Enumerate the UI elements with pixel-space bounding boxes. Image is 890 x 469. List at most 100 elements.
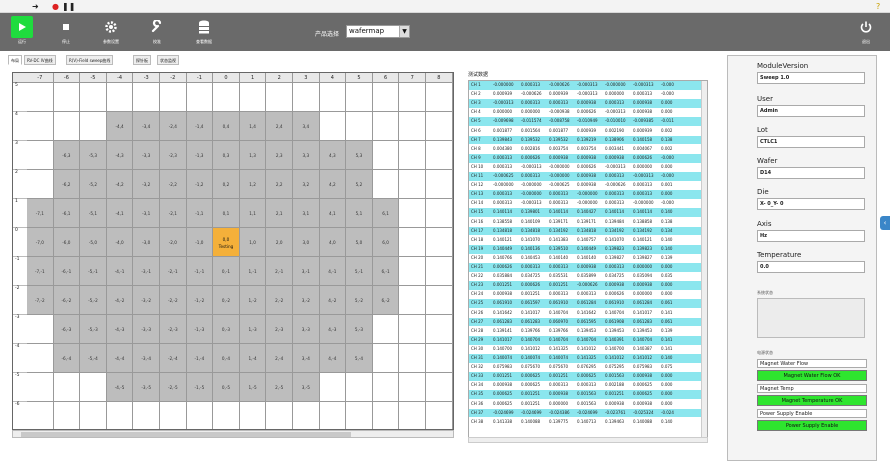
table-row[interactable]: CH 31 0.140074 0.140074 0.140074 0.141325 0.1… bbox=[469, 354, 701, 363]
wafer-die[interactable]: -3,0 bbox=[133, 228, 160, 257]
table-row[interactable]: CH 37 -0.024699 -0.024699 -0.024386 -0.02469… bbox=[469, 408, 701, 418]
table-row[interactable]: CH 14 0.000313 -0.000313 0.000313 -0.000000 0… bbox=[469, 199, 701, 208]
wafer-die[interactable]: -1,0 bbox=[186, 228, 214, 257]
wafer-die[interactable]: -3,1 bbox=[133, 199, 160, 228]
stop-button[interactable]: 停止 bbox=[52, 16, 80, 45]
table-row[interactable]: CH 20 0.140766 0.140453 0.140140 0.140140 0.1… bbox=[469, 254, 701, 263]
wafer-die[interactable]: 6,0 bbox=[372, 228, 400, 257]
wafer-die[interactable]: -2,-1 bbox=[160, 257, 187, 286]
user-field[interactable]: Admin bbox=[757, 105, 865, 117]
wafer-die[interactable]: 1,0 bbox=[239, 228, 267, 257]
table-row[interactable]: CH 29 0.141017 0.140704 0.140704 0.140704 0.1… bbox=[469, 335, 701, 345]
wafer-die[interactable]: -2,-2 bbox=[160, 286, 187, 315]
wafer-die[interactable]: -2,1 bbox=[160, 199, 187, 228]
wafer-die[interactable]: 1,-3 bbox=[239, 315, 267, 344]
arrow-right-icon[interactable]: ➜ bbox=[32, 2, 39, 11]
help-icon[interactable]: ? bbox=[876, 2, 880, 11]
wafer-die[interactable]: 5,1 bbox=[346, 199, 373, 228]
wafer-die[interactable]: 0,-4 bbox=[213, 344, 240, 373]
wafer-die[interactable]: -3,-3 bbox=[133, 315, 160, 344]
tab-layout[interactable]: 布局 bbox=[8, 55, 22, 65]
wafer-die[interactable]: -4,1 bbox=[106, 199, 134, 228]
wafer-die[interactable]: 0,-1 bbox=[213, 257, 240, 286]
table-row[interactable]: CH 34 0.000938 0.000625 0.000313 0.000313 0.0… bbox=[469, 381, 701, 390]
axis-field[interactable]: Hz bbox=[757, 230, 865, 242]
wafer-die[interactable]: 4,3 bbox=[319, 141, 347, 170]
wafer-die[interactable]: -4,-5 bbox=[106, 373, 134, 402]
table-row[interactable]: CH 28 0.139141 0.139766 0.139766 0.139453 0.1… bbox=[469, 327, 701, 336]
wafer-die[interactable]: -1,-4 bbox=[186, 344, 214, 373]
wafer-die[interactable]: -2,3 bbox=[160, 141, 187, 170]
table-row[interactable]: CH 27 0.061283 0.061283 0.060970 0.061595 0.0… bbox=[469, 317, 701, 327]
table-row[interactable]: CH 23 0.001251 0.000626 0.001251 -0.000626 0.… bbox=[469, 281, 701, 290]
wafer-die[interactable]: 0,-2 bbox=[213, 286, 240, 315]
wafer-die[interactable]: 2,-1 bbox=[266, 257, 293, 286]
wafer-die[interactable]: 6,-2 bbox=[372, 286, 400, 315]
temperature-field[interactable]: 0.0 bbox=[757, 261, 865, 273]
wafer-die[interactable]: -2,-4 bbox=[160, 344, 187, 373]
table-row[interactable]: CH 13 0.000313 -0.000000 0.000313 -0.000000 0… bbox=[469, 190, 701, 199]
wafer-die[interactable]: 6,1 bbox=[372, 199, 400, 228]
table-row[interactable]: CH 11 -0.000625 0.000313 -0.000000 0.000938 0… bbox=[469, 172, 701, 181]
wafer-die[interactable]: 4,-3 bbox=[319, 315, 347, 344]
table-row[interactable]: CH 26 0.141642 0.141017 0.140704 0.141642 0.1… bbox=[469, 309, 701, 318]
wafer-die[interactable]: -7,1 bbox=[27, 199, 54, 228]
wafer-die[interactable]: -6,3 bbox=[53, 141, 81, 170]
wafer-die[interactable]: 4,-1 bbox=[319, 257, 347, 286]
table-row[interactable]: CH 17 0.134818 0.134818 0.134192 0.134818 0.1… bbox=[469, 226, 701, 236]
wafer-die[interactable]: -2,-5 bbox=[160, 373, 187, 402]
wafer-die[interactable]: 5,2 bbox=[346, 170, 373, 199]
wafer-die[interactable]: 3,0 bbox=[293, 228, 320, 257]
wafer-die[interactable]: 5,-4 bbox=[346, 344, 373, 373]
chevron-left-icon[interactable]: ‹ bbox=[880, 216, 890, 230]
settings-button[interactable]: 参数设置 bbox=[97, 16, 125, 45]
wafer-die[interactable]: -1,4 bbox=[186, 112, 214, 141]
wafer-die[interactable]: 3,-3 bbox=[293, 315, 320, 344]
wafer-die[interactable]: 4,1 bbox=[319, 199, 347, 228]
wafer-die[interactable]: -1,-3 bbox=[186, 315, 214, 344]
wafer-die-testing[interactable]: 0,0 Testing bbox=[213, 228, 240, 257]
wafer-die[interactable]: -4,-4 bbox=[106, 344, 134, 373]
wafer-die[interactable]: -1,1 bbox=[186, 199, 214, 228]
die-field[interactable]: X- 0_Y- 0 bbox=[757, 198, 865, 210]
wafer-die[interactable]: 4,0 bbox=[319, 228, 347, 257]
wafer-die[interactable]: -6,2 bbox=[53, 170, 81, 199]
wafer-die[interactable]: 0,1 bbox=[213, 199, 240, 228]
tab-probe-card[interactable]: 探针板 bbox=[133, 55, 151, 65]
wafer-die[interactable]: -1,-5 bbox=[186, 373, 214, 402]
data-horizontal-scrollbar[interactable] bbox=[468, 437, 708, 443]
wafer-die[interactable]: 5,-2 bbox=[346, 286, 373, 315]
wafer-die[interactable]: 4,-4 bbox=[319, 344, 347, 373]
pause-icon[interactable]: ❚❚ bbox=[62, 2, 75, 11]
wafer-die[interactable]: 2,-2 bbox=[266, 286, 293, 315]
wafer-die[interactable]: -5,-2 bbox=[80, 286, 107, 315]
table-row[interactable]: CH 16 0.138558 0.140109 0.139171 0.139171 0.1… bbox=[469, 218, 701, 227]
wafer-die[interactable]: 5,3 bbox=[346, 141, 373, 170]
wafer-die[interactable]: 3,-5 bbox=[293, 373, 320, 402]
wafer-die[interactable]: -2,-3 bbox=[160, 315, 187, 344]
table-row[interactable]: CH 25 0.061910 0.061597 0.061910 0.061284 0.0… bbox=[469, 299, 701, 309]
table-row[interactable]: CH 3 -0.000313 0.000313 0.000313 0.000938 0.0… bbox=[469, 99, 701, 108]
wafer-die[interactable]: -5,0 bbox=[80, 228, 107, 257]
chevron-down-icon[interactable]: ▼ bbox=[399, 26, 409, 37]
wafer-die[interactable]: 2,-3 bbox=[266, 315, 293, 344]
wafer-die[interactable]: 3,3 bbox=[293, 141, 320, 170]
wafer-die[interactable]: 0,-3 bbox=[213, 315, 240, 344]
wafer-die[interactable]: -4,4 bbox=[106, 112, 134, 141]
table-row[interactable]: CH 10 0.000313 -0.000313 -0.000000 0.000626 -… bbox=[469, 163, 701, 172]
tab-rv-dc-iv[interactable]: RV-DC IV曲线 bbox=[24, 55, 56, 65]
wafer-die[interactable]: 2,-5 bbox=[266, 373, 293, 402]
wafer-die[interactable]: -3,2 bbox=[133, 170, 160, 199]
wafer-die[interactable]: -6,-2 bbox=[53, 286, 81, 315]
wafer-die[interactable]: -5,3 bbox=[80, 141, 107, 170]
table-row[interactable]: CH 12 -0.000000 -0.000000 -0.000625 0.000938… bbox=[469, 181, 701, 190]
lot-field[interactable]: CTLC1 bbox=[757, 136, 865, 148]
run-button[interactable]: 运行 bbox=[8, 16, 36, 45]
wafer-die[interactable]: 1,-2 bbox=[239, 286, 267, 315]
table-row[interactable]: CH 30 0.140700 0.141012 0.141325 0.141012 0.1… bbox=[469, 345, 701, 354]
wafer-die[interactable]: 1,-5 bbox=[239, 373, 267, 402]
wafer-die[interactable]: 2,-4 bbox=[266, 344, 293, 373]
wafer-die[interactable]: -3,-4 bbox=[133, 344, 160, 373]
wafer-horizontal-scrollbar[interactable] bbox=[12, 430, 454, 438]
wafer-die[interactable]: -3,-2 bbox=[133, 286, 160, 315]
